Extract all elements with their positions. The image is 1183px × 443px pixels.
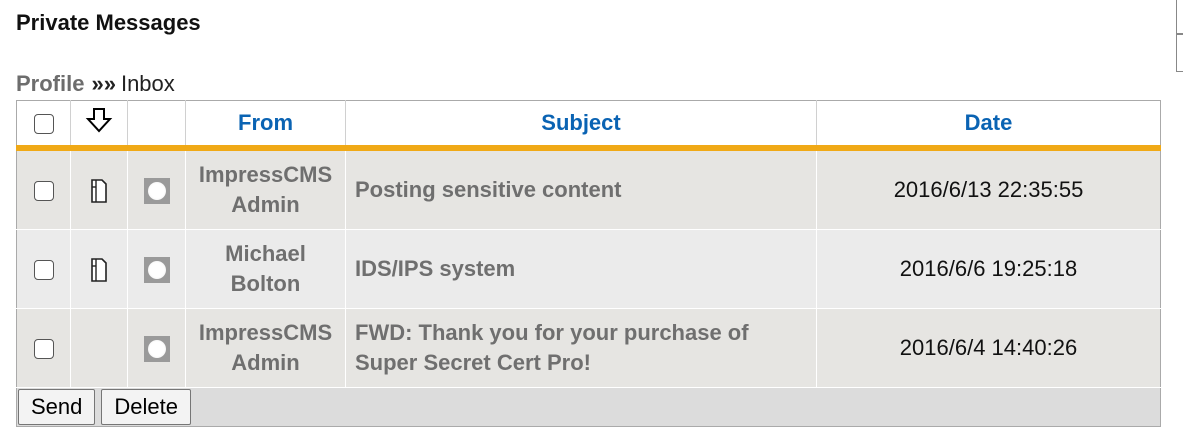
arrow-down-icon[interactable] bbox=[85, 108, 113, 139]
message-status-icon bbox=[143, 256, 170, 283]
row-checkbox[interactable] bbox=[33, 260, 54, 281]
message-subject[interactable]: FWD: Thank you for your purchase of Supe… bbox=[345, 308, 817, 388]
message-date: 2016/6/6 19:25:18 bbox=[816, 229, 1161, 309]
document-icon bbox=[88, 255, 110, 282]
select-all-cell bbox=[16, 100, 71, 151]
breadcrumb-current: Inbox bbox=[120, 71, 175, 96]
table-header-row: From Subject Date bbox=[16, 100, 1161, 151]
message-from[interactable]: ImpressCMS Admin bbox=[185, 308, 346, 388]
table-row[interactable]: ImpressCMS Admin FWD: Thank you for your … bbox=[16, 308, 1161, 388]
message-from[interactable]: Michael Bolton bbox=[185, 229, 346, 309]
select-all-checkbox[interactable] bbox=[33, 114, 54, 135]
message-date: 2016/6/13 22:35:55 bbox=[816, 148, 1161, 230]
page-title: Private Messages bbox=[16, 10, 201, 35]
send-button[interactable]: Send bbox=[18, 389, 96, 425]
column-header-from[interactable]: From bbox=[185, 100, 346, 151]
row-checkbox[interactable] bbox=[33, 339, 54, 360]
breadcrumb: Profile »» Inbox bbox=[16, 71, 175, 97]
document-icon bbox=[88, 176, 110, 203]
column-header-date[interactable]: Date bbox=[816, 100, 1161, 151]
row-checkbox[interactable] bbox=[33, 181, 54, 202]
edge-control-bottom[interactable] bbox=[1176, 34, 1183, 72]
delete-button[interactable]: Delete bbox=[101, 389, 191, 425]
edge-control-top[interactable] bbox=[1176, 0, 1183, 34]
message-status-icon bbox=[143, 335, 170, 362]
table-row[interactable]: ImpressCMS Admin Posting sensitive conten… bbox=[16, 148, 1161, 230]
message-subject[interactable]: Posting sensitive content bbox=[345, 148, 817, 230]
messages-table: From Subject Date ImpressCMS Admin Postin… bbox=[16, 100, 1161, 427]
message-date: 2016/6/4 14:40:26 bbox=[816, 308, 1161, 388]
status-header-cell bbox=[127, 100, 186, 151]
table-row[interactable]: Michael Bolton IDS/IPS system 2016/6/6 19… bbox=[16, 229, 1161, 309]
empty-icon-cell bbox=[70, 308, 128, 388]
message-status-icon bbox=[143, 177, 170, 204]
message-subject[interactable]: IDS/IPS system bbox=[345, 229, 817, 309]
column-header-subject[interactable]: Subject bbox=[345, 100, 817, 151]
actions-row: Send Delete bbox=[16, 387, 1161, 427]
sort-cell bbox=[70, 100, 128, 151]
breadcrumb-profile-link[interactable]: Profile bbox=[16, 71, 84, 96]
message-from[interactable]: ImpressCMS Admin bbox=[185, 148, 346, 230]
breadcrumb-separator: »» bbox=[91, 71, 116, 96]
